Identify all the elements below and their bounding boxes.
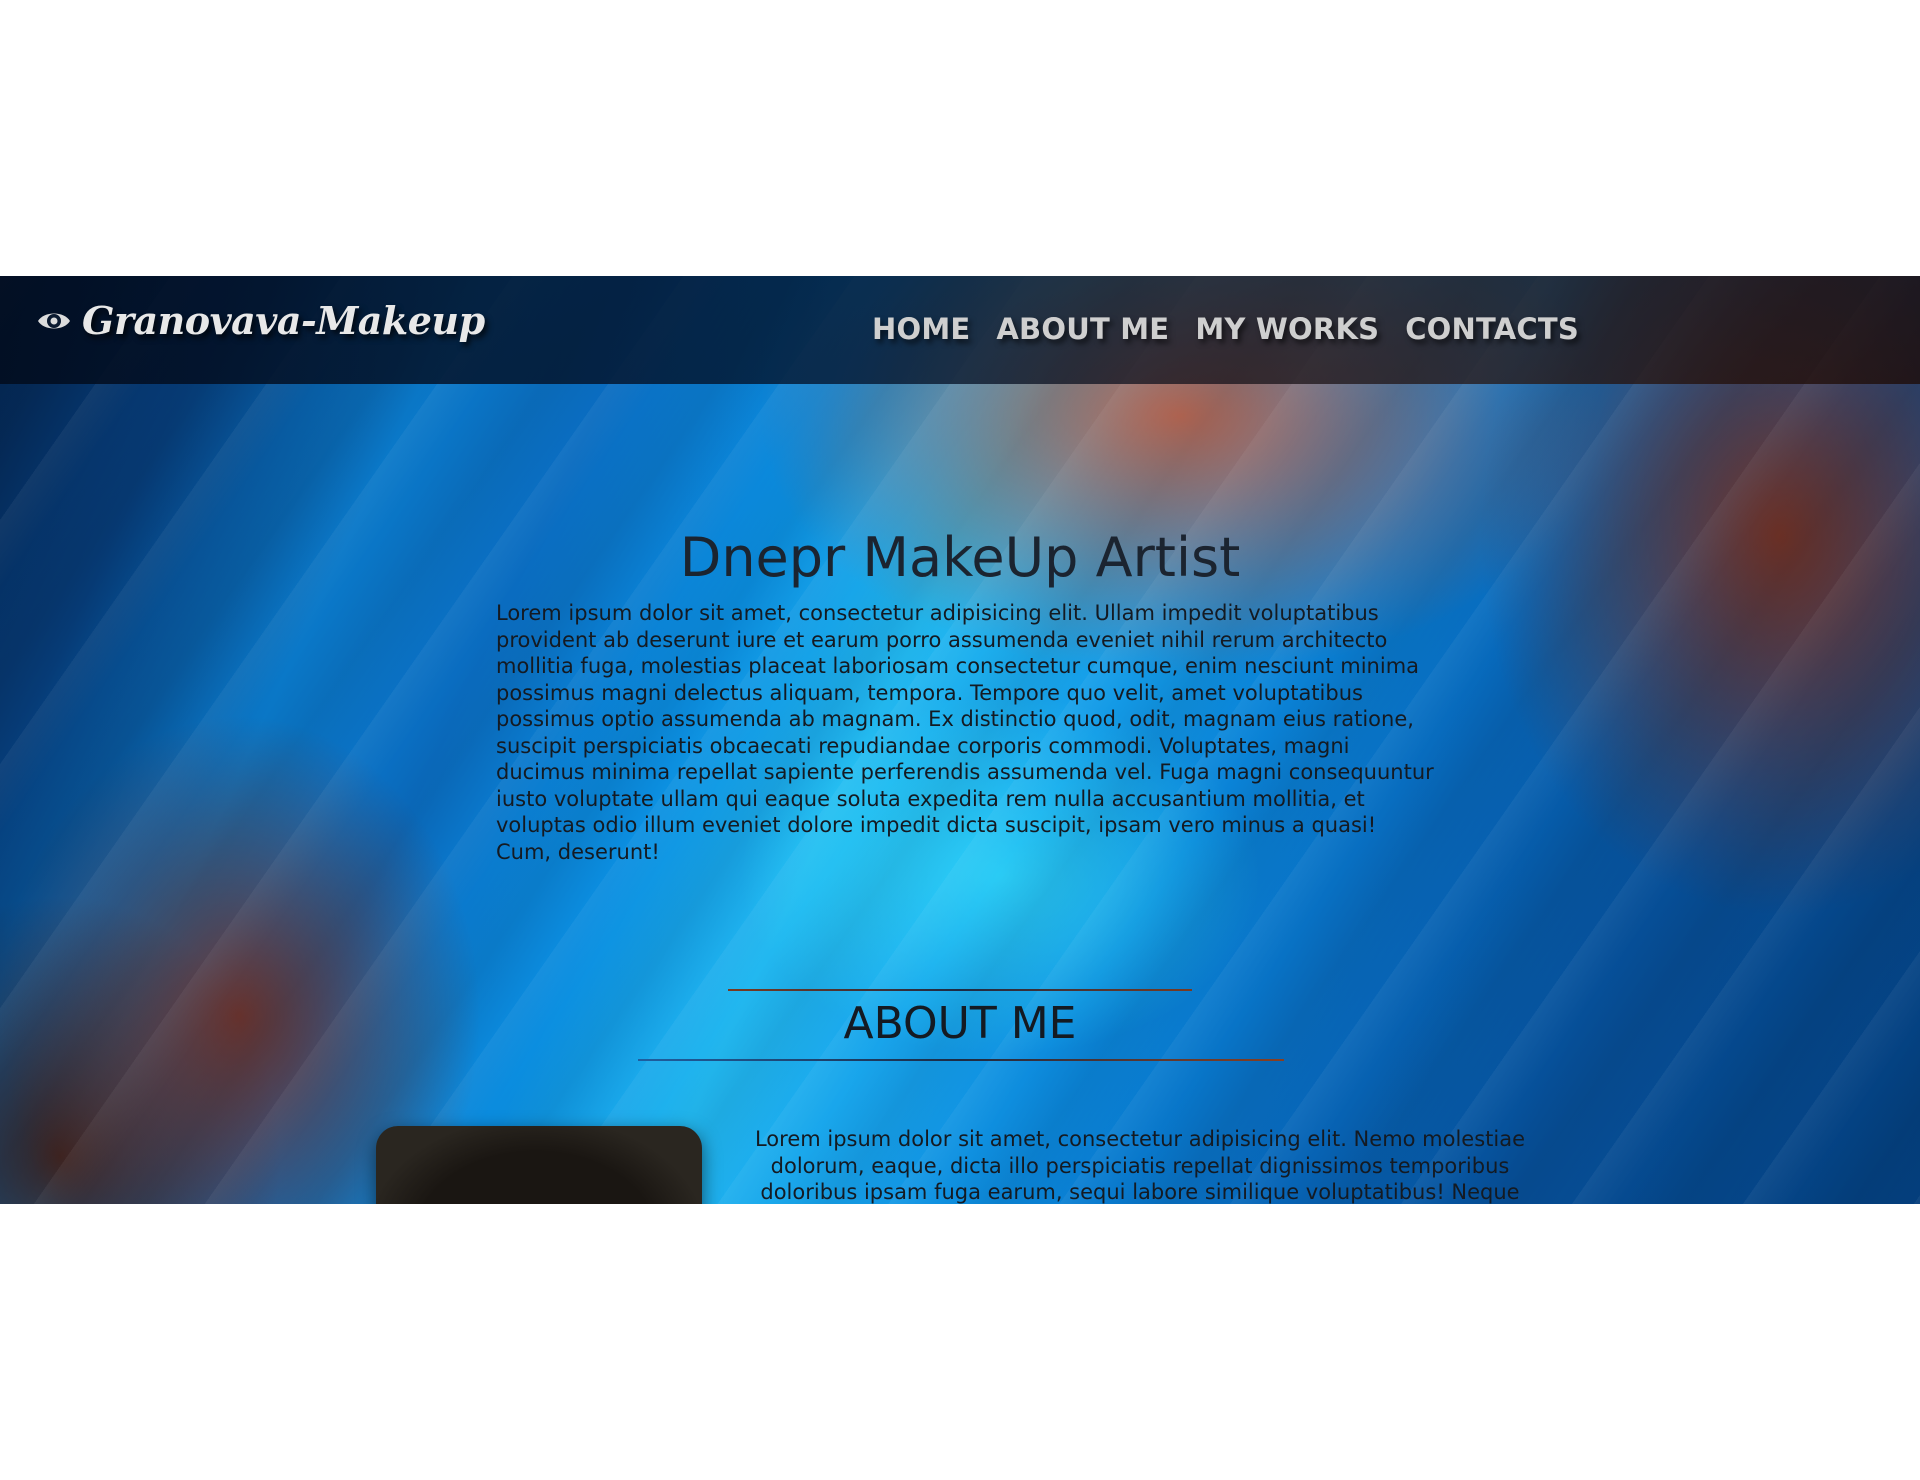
- main-nav: HOME ABOUT ME MY WORKS CONTACTS: [872, 312, 1579, 346]
- about-divider-top: [728, 989, 1192, 991]
- about-text: Lorem ipsum dolor sit amet, consectetur …: [754, 1127, 1526, 1204]
- nav-home[interactable]: HOME: [872, 312, 970, 346]
- hero-title: Dnepr MakeUp Artist: [679, 526, 1241, 589]
- navbar: Granovava-Makeup HOME ABOUT ME MY WORKS …: [0, 276, 1920, 384]
- about-title: ABOUT ME: [843, 998, 1077, 1049]
- brand-name: Granovava-Makeup: [82, 298, 485, 343]
- hero-text: Lorem ipsum dolor sit amet, consectetur …: [496, 601, 1434, 864]
- nav-about-me[interactable]: ABOUT ME: [996, 312, 1169, 346]
- brand-logo-link[interactable]: Granovava-Makeup: [36, 298, 485, 343]
- about-divider-bottom: [638, 1059, 1284, 1061]
- website-viewport[interactable]: Granovava-Makeup HOME ABOUT ME MY WORKS …: [0, 276, 1920, 1204]
- page: Granovava-Makeup HOME ABOUT ME MY WORKS …: [0, 0, 1920, 1480]
- eye-icon: [36, 303, 72, 339]
- nav-my-works[interactable]: MY WORKS: [1195, 312, 1379, 346]
- nav-contacts[interactable]: CONTACTS: [1405, 312, 1579, 346]
- artist-photo: [376, 1126, 702, 1204]
